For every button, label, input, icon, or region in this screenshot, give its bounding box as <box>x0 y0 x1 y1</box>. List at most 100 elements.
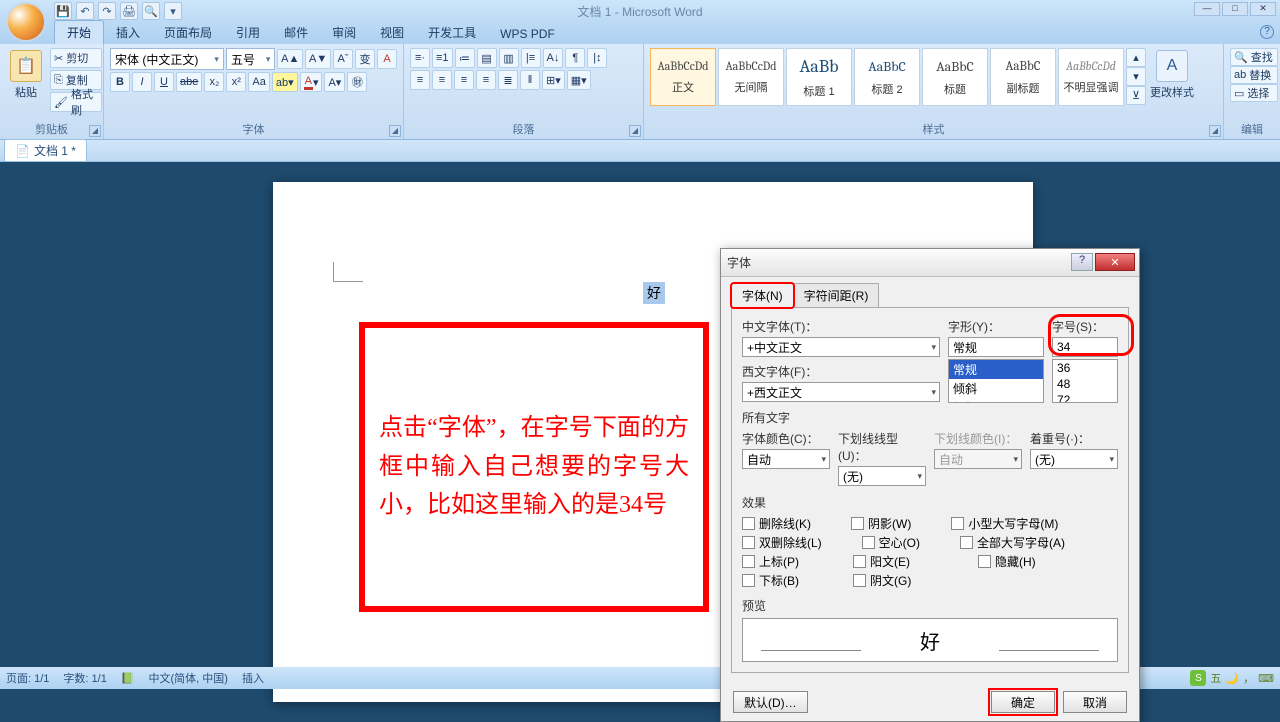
qat-more-icon[interactable]: ▾ <box>164 2 182 20</box>
style-input[interactable]: 常规 <box>948 337 1044 357</box>
size-opt-36[interactable]: 36 <box>1053 360 1117 376</box>
status-mode[interactable]: 插入 <box>242 670 264 686</box>
selected-text[interactable]: 好 <box>643 282 665 304</box>
text-effects-button[interactable]: Aa <box>248 72 269 92</box>
line-spacing-button[interactable]: |↕ <box>587 48 607 68</box>
font-color-button[interactable]: A▾ <box>300 72 323 92</box>
chk-dstrike[interactable]: 双删除线(L) <box>742 534 822 551</box>
chk-strike[interactable]: 删除线(K) <box>742 515 811 532</box>
qat-print-icon[interactable]: 🖨 <box>120 2 138 20</box>
align-left-button[interactable]: ≡ <box>410 70 430 90</box>
find-button[interactable]: 🔍查找 <box>1230 48 1278 66</box>
style-opt-regular[interactable]: 常规 <box>949 360 1043 379</box>
style-normal[interactable]: AaBbCcDd正文 <box>650 48 716 106</box>
shading-button[interactable]: ⊞▾ <box>542 70 565 90</box>
ok-button[interactable]: 确定 <box>991 691 1055 713</box>
enclose-char-button[interactable]: ㊖ <box>347 72 367 92</box>
italic-button[interactable]: I <box>132 72 152 92</box>
help-icon[interactable]: ? <box>1260 25 1274 39</box>
chk-outline[interactable]: 空心(O) <box>862 534 920 551</box>
ltr-button[interactable]: |≡ <box>521 48 541 68</box>
ime-icon[interactable]: S <box>1190 670 1206 686</box>
paste-button[interactable]: 📋 粘贴 <box>6 48 46 112</box>
style-subtle-emphasis[interactable]: AaBbCcDd不明显强调 <box>1058 48 1124 106</box>
dialog-close-button[interactable]: ✕ <box>1095 253 1135 271</box>
minimize-button[interactable]: — <box>1194 2 1220 16</box>
dialog-titlebar[interactable]: 字体 ? ✕ <box>721 249 1139 277</box>
qat-save-icon[interactable]: 💾 <box>54 2 72 20</box>
char-shading-button[interactable]: A▾ <box>324 72 345 92</box>
chk-hidden[interactable]: 隐藏(H) <box>978 553 1036 570</box>
style-subtitle[interactable]: AaBbC副标题 <box>990 48 1056 106</box>
ime-punct-icon[interactable]: ， <box>1243 670 1254 686</box>
style-listbox[interactable]: 常规 倾斜 加粗 <box>948 359 1044 403</box>
default-button[interactable]: 默认(D)… <box>733 691 808 713</box>
cancel-button[interactable]: 取消 <box>1063 691 1127 713</box>
ime-text[interactable]: 五 <box>1210 670 1221 686</box>
style-scroll-down[interactable]: ▾ <box>1126 67 1146 86</box>
chk-sub[interactable]: 下标(B) <box>742 572 799 589</box>
subscript-button[interactable]: x₂ <box>204 72 224 92</box>
superscript-button[interactable]: x² <box>226 72 246 92</box>
dialog-tab-spacing[interactable]: 字符间距(R) <box>793 283 880 308</box>
numbering-button[interactable]: ≡1 <box>432 48 453 68</box>
grow-font-button[interactable]: A▲ <box>277 49 303 69</box>
chk-emboss[interactable]: 阳文(E) <box>853 553 910 570</box>
style-opt-italic[interactable]: 倾斜 <box>949 379 1043 398</box>
align-center-button[interactable]: ≡ <box>432 70 452 90</box>
phonetic-button[interactable]: Aˇ <box>333 49 353 69</box>
status-lang[interactable]: 中文(简体, 中国) <box>149 670 228 686</box>
bullets-button[interactable]: ≡· <box>410 48 430 68</box>
tab-insert[interactable]: 插入 <box>104 21 152 44</box>
show-marks-button[interactable]: ¶ <box>565 48 585 68</box>
ime-keyboard-icon[interactable]: ⌨ <box>1258 672 1274 685</box>
font-name-combo[interactable]: 宋体 (中文正文) <box>110 48 224 70</box>
dialog-help-button[interactable]: ? <box>1071 253 1093 271</box>
replace-button[interactable]: ab替换 <box>1230 66 1278 84</box>
underline-combo[interactable]: (无) <box>838 466 926 486</box>
tab-home[interactable]: 开始 <box>54 20 104 44</box>
font-dialog-launcher[interactable]: ◢ <box>389 125 401 137</box>
format-painter-button[interactable]: 🖌 格式刷 <box>50 92 102 112</box>
borders-button[interactable]: ▦▾ <box>567 70 591 90</box>
decrease-indent-button[interactable]: ▤ <box>477 48 497 68</box>
multilevel-button[interactable]: ≔ <box>455 48 475 68</box>
chk-smallcaps[interactable]: 小型大写字母(M) <box>951 515 1058 532</box>
distribute-button[interactable]: ≣ <box>498 70 518 90</box>
qat-preview-icon[interactable]: 🔍 <box>142 2 160 20</box>
justify-button[interactable]: ≡ <box>476 70 496 90</box>
close-button[interactable]: ✕ <box>1250 2 1276 16</box>
emphasis-combo[interactable]: (无) <box>1030 449 1118 469</box>
status-page[interactable]: 页面: 1/1 <box>6 670 49 686</box>
west-font-combo[interactable]: +西文正文 <box>742 382 940 402</box>
increase-indent-button[interactable]: ▥ <box>499 48 519 68</box>
tab-layout[interactable]: 页面布局 <box>152 21 224 44</box>
status-proof-icon[interactable]: 📗 <box>121 672 135 685</box>
style-title[interactable]: AaBbC标题 <box>922 48 988 106</box>
tab-mailings[interactable]: 邮件 <box>272 21 320 44</box>
style-nospacing[interactable]: AaBbCcDd无间隔 <box>718 48 784 106</box>
change-styles-button[interactable]: A 更改样式 <box>1146 48 1198 106</box>
tab-view[interactable]: 视图 <box>368 21 416 44</box>
tab-references[interactable]: 引用 <box>224 21 272 44</box>
highlight-button[interactable]: ab▾ <box>272 72 298 92</box>
restore-button[interactable]: □ <box>1222 2 1248 16</box>
underline-button[interactable]: U <box>154 72 174 92</box>
size-listbox[interactable]: 36 48 72 <box>1052 359 1118 403</box>
document-tab[interactable]: 📄 文档 1 * <box>4 139 87 161</box>
qat-redo-icon[interactable]: ↷ <box>98 2 116 20</box>
chk-sup[interactable]: 上标(P) <box>742 553 799 570</box>
snap-grid-button[interactable]: ‖ <box>520 70 540 90</box>
tab-developer[interactable]: 开发工具 <box>416 21 488 44</box>
tab-review[interactable]: 审阅 <box>320 21 368 44</box>
style-heading1[interactable]: AaBb标题 1 <box>786 48 852 106</box>
cn-font-combo[interactable]: +中文正文 <box>742 337 940 357</box>
paragraph-dialog-launcher[interactable]: ◢ <box>629 125 641 137</box>
office-button[interactable] <box>6 2 46 42</box>
cut-button[interactable]: ✂ 剪切 <box>50 48 102 68</box>
size-opt-48[interactable]: 48 <box>1053 376 1117 392</box>
style-opt-bold[interactable]: 加粗 <box>949 398 1043 403</box>
ime-mode-icon[interactable]: 🌙 <box>1225 672 1239 685</box>
style-gallery-more[interactable]: ⊻ <box>1126 86 1146 105</box>
clipboard-dialog-launcher[interactable]: ◢ <box>89 125 101 137</box>
